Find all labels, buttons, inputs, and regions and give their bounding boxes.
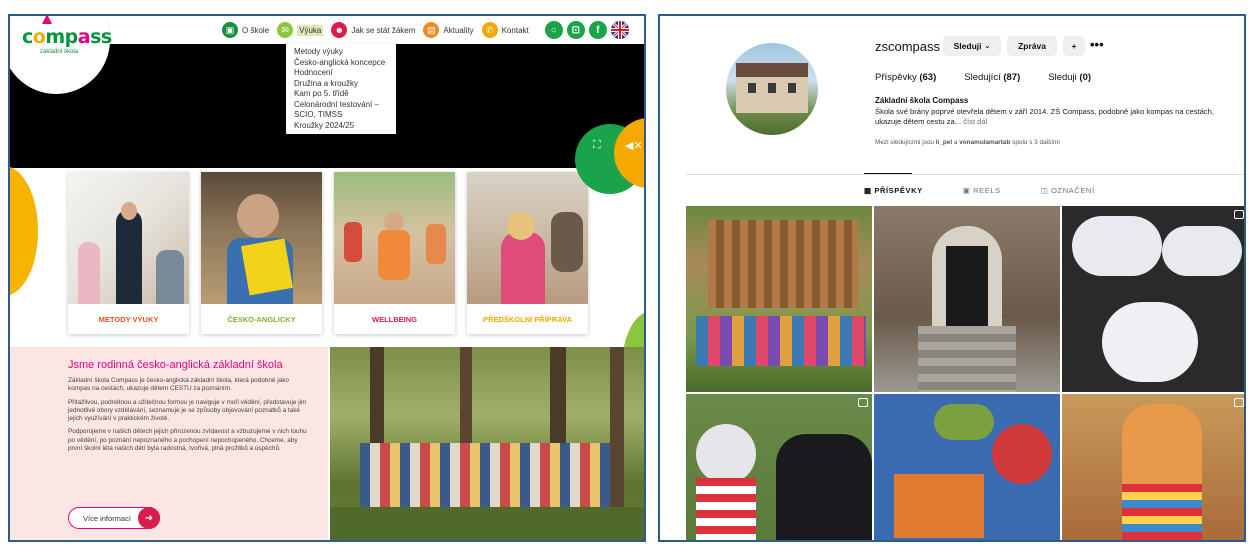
school-icon: ▣ [222, 22, 238, 38]
card-photo [68, 172, 189, 304]
post-thumbnail[interactable] [874, 394, 1060, 540]
search-icon[interactable]: ○ [544, 21, 563, 39]
reels-icon: ▣ [962, 186, 971, 195]
dropdown-item[interactable]: Celonárodní testování – SCIO, TIMSS [294, 100, 388, 121]
add-user-icon[interactable]: + [1063, 36, 1085, 56]
nav-label: Kontakt [501, 25, 529, 35]
tagged-icon: ◫ [1040, 186, 1049, 195]
profile-tabs: ▦ PŘÍSPĚVKY ▣ REELS ◫ OZNAČENÍ [864, 186, 1095, 195]
read-more-link[interactable]: číst dál [963, 117, 987, 126]
card-label: ČESKO-ANGLICKY [227, 314, 296, 324]
mutual-followers-note[interactable]: Mezi sledujícími jsou li_pel a vonamulam… [875, 139, 1060, 146]
dropdown-item[interactable]: Česko-anglická koncepce [294, 58, 388, 69]
profile-avatar[interactable] [726, 43, 818, 135]
uk-flag-icon[interactable] [610, 21, 629, 39]
reel-icon [1234, 210, 1244, 219]
dropdown-item[interactable]: Hodnocení [294, 68, 388, 79]
card-photo [467, 172, 588, 304]
divider [686, 174, 1244, 175]
logo-wordmark: compass [22, 26, 112, 48]
nav-item-vyuka[interactable]: ✉ Výuka [277, 22, 324, 38]
bio-name: Základní škola Compass [875, 96, 969, 105]
main-nav: ▣ O škole ✉ Výuka ☻ Jak se stát žákem ▤ … [222, 20, 629, 40]
profile-username: zscompass [875, 39, 941, 54]
post-thumbnail[interactable] [874, 206, 1060, 392]
bio-text: Škola své brány poprvé otevřela dětem v … [875, 107, 1214, 126]
more-options-icon[interactable]: ••• [1090, 37, 1104, 52]
fullscreen-icon: ⛶ [593, 139, 601, 151]
arrow-right-icon: ➜ [138, 507, 160, 529]
card-photo [201, 172, 322, 304]
card-metody-vyuky[interactable]: METODY VÝUKY [68, 172, 189, 334]
school-website-panel: compass základní škola ▣ O škole ✉ Výuka… [8, 14, 646, 542]
stat-following[interactable]: Sleduji (0) [1048, 72, 1091, 83]
card-label: WELLBEING [372, 314, 417, 324]
nav-item-kontakt[interactable]: ✆ Kontakt [481, 22, 529, 38]
more-info-button[interactable]: Více informací ➜ [68, 507, 160, 529]
about-section: Jsme rodinná česko-anglická základní ško… [10, 347, 328, 540]
feature-cards: METODY VÝUKY ČESKO-ANGLICKY WELLBEING PŘ… [68, 172, 588, 334]
reel-icon [1234, 398, 1244, 407]
dropdown-item[interactable]: Kroužky 2024/25 [294, 121, 388, 132]
stat-posts[interactable]: Příspěvky (63) [875, 72, 936, 83]
dropdown-item[interactable]: Kam po 5. třídě [294, 89, 388, 100]
card-wellbeing[interactable]: WELLBEING [334, 172, 455, 334]
dropdown-item[interactable]: Metody výuky [294, 47, 388, 58]
post-thumbnail[interactable] [686, 394, 872, 540]
nav-item-o-skole[interactable]: ▣ O škole [222, 22, 269, 38]
post-thumbnail[interactable] [1062, 394, 1244, 540]
about-paragraph: Základní škola Compass je česko-anglická… [68, 377, 289, 393]
card-label: PŘEDŠKOLNÍ PŘÍPRAVA [483, 314, 572, 324]
card-cesko-anglicky[interactable]: ČESKO-ANGLICKY [201, 172, 322, 334]
active-tab-indicator [864, 173, 912, 174]
card-predskolni-priprava[interactable]: PŘEDŠKOLNÍ PŘÍPRAVA [467, 172, 588, 334]
nav-item-jak-se-stat-zakem[interactable]: ☻ Jak se stát žákem [331, 22, 415, 38]
message-label: Zpráva [1018, 41, 1046, 51]
lock-icon[interactable]: ⊡ [566, 21, 585, 39]
more-info-label: Více informací [83, 513, 131, 523]
card-photo [334, 172, 455, 304]
nav-label: Výuka [297, 24, 324, 36]
decorative-circle [10, 166, 38, 296]
compass-needle-icon [42, 16, 52, 24]
children-in-forest-photo [330, 347, 644, 540]
grid-icon: ▦ [864, 186, 872, 195]
phone-icon: ✆ [481, 22, 498, 38]
nav-label: Jak se stát žákem [351, 25, 416, 35]
message-button[interactable]: Zpráva [1007, 36, 1057, 56]
nav-label: Aktuality [443, 25, 474, 35]
about-paragraph: Podporujeme v našich dětech jejich přiro… [68, 428, 307, 453]
mute-icon: ◀✕ [625, 140, 643, 152]
about-heading: Jsme rodinná česko-anglická základní ško… [68, 359, 283, 371]
chat-icon: ✉ [277, 22, 294, 38]
card-label: METODY VÝUKY [98, 314, 159, 324]
posts-grid [686, 206, 1244, 540]
reel-icon [858, 398, 868, 407]
about-paragraph: Přitažlivou, podnětnou a užitečnou formo… [68, 398, 307, 423]
dropdown-item[interactable]: Družina a kroužky [294, 79, 388, 90]
tab-reels[interactable]: ▣ REELS [963, 186, 1001, 195]
following-button[interactable]: Sleduji ⌄ [943, 36, 1001, 56]
post-thumbnail[interactable] [686, 206, 872, 392]
news-icon: ▤ [423, 22, 440, 38]
logo-tagline: základní škola [40, 49, 79, 55]
nav-label: O škole [242, 25, 270, 35]
tab-tagged[interactable]: ◫ OZNAČENÍ [1041, 186, 1095, 195]
utility-icons: ○ ⊡ f [541, 21, 629, 39]
tab-posts[interactable]: ▦ PŘÍSPĚVKY [864, 186, 923, 195]
nav-item-aktuality[interactable]: ▤ Aktuality [423, 22, 474, 38]
user-icon: ☻ [331, 22, 348, 38]
post-thumbnail[interactable] [1062, 206, 1244, 392]
facebook-icon[interactable]: f [588, 21, 607, 39]
profile-stats: Příspěvky (63) Sledující (87) Sleduji (0… [875, 72, 1091, 83]
vyuka-dropdown-menu: Metody výuky Česko-anglická koncepce Hod… [286, 44, 396, 134]
instagram-profile-panel: zscompass Sleduji ⌄ Zpráva + ••• Příspěv… [658, 14, 1246, 542]
stat-followers[interactable]: Sledující (87) [964, 72, 1020, 83]
chevron-down-icon: ⌄ [984, 43, 991, 50]
following-label: Sleduji [953, 41, 982, 51]
